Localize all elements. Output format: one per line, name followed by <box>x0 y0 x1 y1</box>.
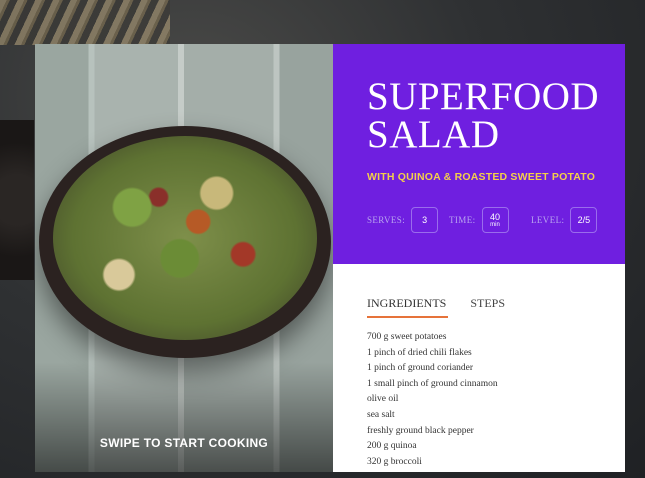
photo-gradient <box>35 362 333 472</box>
recipe-subtitle: WITH QUINOA & ROASTED SWEET POTATO <box>367 171 596 183</box>
recipe-header: SUPERFOOD SALAD WITH QUINOA & ROASTED SW… <box>333 44 625 264</box>
serves-value-box: 3 <box>411 207 439 233</box>
time-label: TIME: <box>449 215 476 225</box>
serves-label: SERVES: <box>367 215 406 225</box>
salad-bowl-image <box>39 126 331 358</box>
list-item: 1 pinch of ground coriander <box>367 363 474 374</box>
list-item: 200 g quinoa <box>367 441 417 452</box>
level-value: 2/5 <box>577 215 591 225</box>
time-value: 40 <box>489 211 500 222</box>
list-item: olive oil <box>367 394 399 405</box>
time-unit: min <box>490 221 500 228</box>
tab-steps[interactable]: STEPS <box>470 296 505 318</box>
swipe-to-start-label[interactable]: SWIPE TO START COOKING <box>35 436 333 450</box>
level-meta: LEVEL: 2/5 <box>531 207 598 233</box>
recipe-title-line2: SALAD <box>367 113 500 156</box>
list-item: 1 pinch of dried chili flakes <box>367 347 472 358</box>
list-item: 700 g sweet potatoes <box>367 332 447 342</box>
list-item: freshly ground black pepper <box>367 425 474 436</box>
background-seeds <box>0 0 170 45</box>
recipe-tabs: INGREDIENTS STEPS <box>367 296 527 318</box>
time-meta: TIME: 40 min <box>449 207 509 233</box>
serves-value: 3 <box>422 215 428 225</box>
recipe-card: SWIPE TO START COOKING SUPERFOOD SALAD W… <box>35 44 625 472</box>
recipe-title-line1: SUPERFOOD <box>367 75 600 118</box>
recipe-details: INGREDIENTS STEPS 700 g sweet potatoes 1… <box>333 264 625 472</box>
recipe-title: SUPERFOOD SALAD <box>367 75 600 156</box>
list-item: 320 g broccoli <box>367 456 422 467</box>
level-label: LEVEL: <box>531 215 565 225</box>
list-item: 1 small pinch of ground cinnamon <box>367 378 498 389</box>
salad-contents-image <box>53 136 317 340</box>
list-item: sea salt <box>367 409 395 420</box>
background-spice <box>0 120 34 280</box>
time-value-box: 40 min <box>481 207 509 233</box>
tab-ingredients[interactable]: INGREDIENTS <box>367 296 449 318</box>
serves-meta: SERVES: 3 <box>367 207 439 233</box>
ingredients-list: 700 g sweet potatoes 1 pinch of dried ch… <box>367 330 498 470</box>
salad-photo[interactable]: SWIPE TO START COOKING <box>35 44 333 472</box>
level-value-box: 2/5 <box>570 207 598 233</box>
